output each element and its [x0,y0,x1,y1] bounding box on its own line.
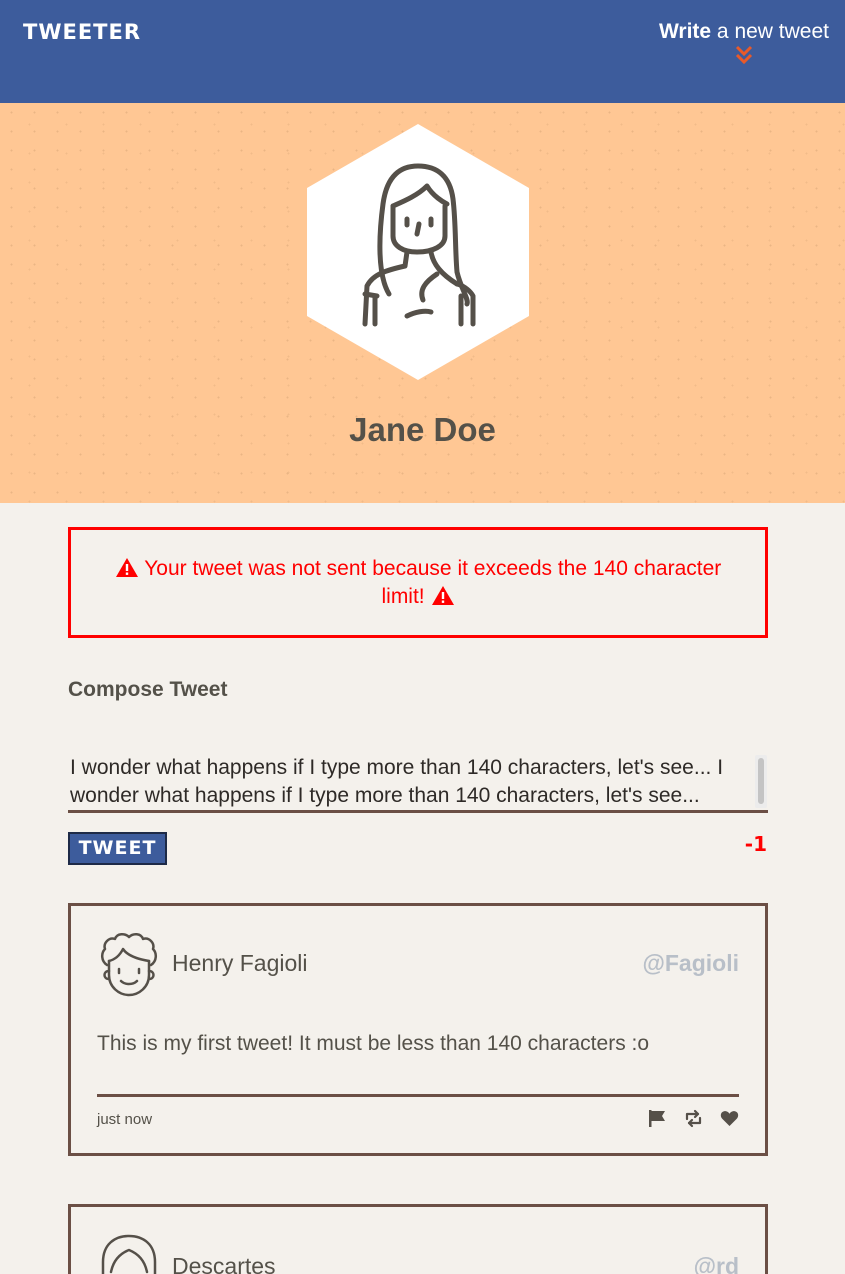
textarea-scrollbar[interactable] [755,755,767,808]
profile-name: Jane Doe [349,411,496,448]
profile-header: Jane Doe [0,103,845,503]
curly-hair-man-avatar-icon [101,933,157,997]
compose-title: Compose Tweet [68,678,228,701]
warning-icon [431,586,454,605]
error-message: Your tweet was not sent because it excee… [68,527,768,638]
tweet-timestamp: just now [97,1111,153,1128]
logo[interactable]: TWEETER [23,20,141,44]
heart-icon[interactable] [720,1109,739,1128]
tweet-actions [648,1109,739,1128]
long-hair-man-avatar-icon [101,1234,157,1274]
flag-icon[interactable] [648,1109,667,1128]
tweet-author-name: Descartes [172,1253,276,1274]
tweet-divider [97,1094,739,1097]
warning-icon [115,558,138,577]
double-chevron-down-icon [735,45,753,65]
compose-toggle-label: Write a new tweet [658,20,829,43]
tweet-author-handle[interactable]: @Fagioli [642,950,739,977]
tweet-card: Henry Fagioli @Fagioli This is my first … [68,903,768,1156]
character-counter: -1 [744,832,767,856]
girl-avatar-icon [307,124,529,380]
tweet-body: This is my first tweet! It must be less … [97,1032,650,1055]
tweet-card: Descartes @rd [68,1204,768,1274]
tweet-button[interactable]: TWEET [68,832,167,865]
write-new-tweet-toggle[interactable]: Write a new tweet [659,20,829,65]
tweet-author-name: Henry Fagioli [172,950,308,976]
retweet-icon[interactable] [684,1109,703,1128]
top-nav: TWEETER Write a new tweet [0,0,845,103]
tweet-textarea[interactable]: I wonder what happens if I type more tha… [68,753,768,813]
tweet-author-handle[interactable]: @rd [694,1253,739,1274]
